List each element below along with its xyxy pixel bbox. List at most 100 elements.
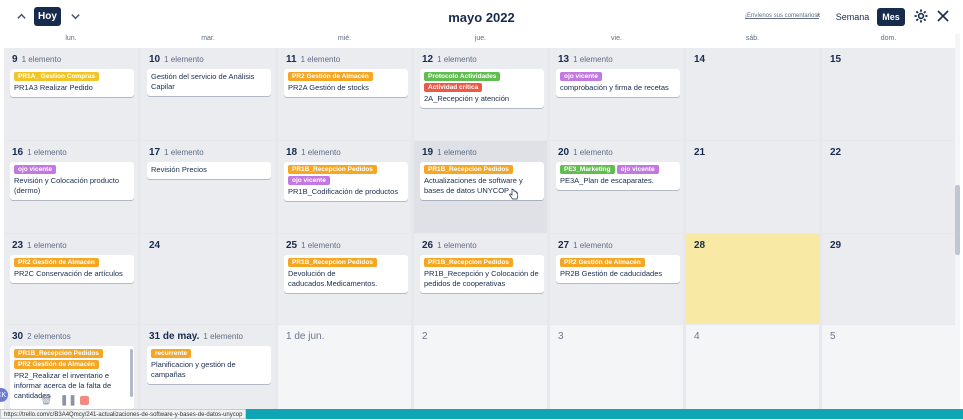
day-cell[interactable]: 1 de jun. — [278, 325, 411, 414]
stop-record-icon[interactable] — [80, 396, 89, 405]
trash-icon[interactable]: 🗑 — [40, 395, 53, 406]
day-cell[interactable]: 11 1 elemento PR2 Gestión de Almacén PR2A G… — [278, 48, 411, 140]
day-cell[interactable]: 18 1 elemento PR1B_Recepcion Pedidos ojo vi… — [278, 141, 411, 233]
card-label[interactable]: PR2 Gestión de Almacén — [14, 258, 99, 267]
today-button[interactable]: Hoy — [34, 7, 61, 26]
card-label[interactable]: ojo vicente — [288, 176, 330, 185]
day-cell[interactable]: 27 1 elemento PR2 Gestión de Almacén PR2B G… — [550, 234, 683, 324]
card-label[interactable]: recurrente — [151, 349, 192, 358]
day-cell[interactable]: 20 1 elemento PE3_Marketing ojo vicente PE3A… — [550, 141, 683, 233]
day-cell[interactable]: 16 1 elemento ojo vicente Revisión y Coloca… — [4, 141, 138, 233]
card-label[interactable]: PR1A_ Gestion Compras — [14, 72, 99, 81]
card-label[interactable]: ojo vicente — [14, 165, 56, 174]
card-label[interactable]: PR1B_Recepcion Pedidos — [288, 258, 377, 267]
next-month-button[interactable] — [66, 7, 84, 25]
calendar-card[interactable]: PR2 Gestión de Almacén PR2C Conservación … — [10, 255, 134, 283]
week-view-button[interactable]: Semana — [834, 8, 871, 26]
feedback-link[interactable]: ¡Envíenos sus comentarios! — [745, 13, 819, 19]
item-count: 1 elemento — [27, 241, 67, 250]
day-number: 29 — [830, 240, 842, 251]
day-cell[interactable]: 28 — [686, 234, 819, 324]
day-header: 16 1 elemento — [12, 147, 67, 158]
card-labels: PR1B_Recepcion Pedidos PR2 Gestión de Alm… — [14, 349, 130, 369]
item-count: 1 elemento — [21, 55, 62, 64]
feedback-close-icon[interactable]: × — [816, 11, 821, 20]
chevron-up-icon — [16, 13, 26, 19]
day-cell[interactable]: 13 1 elemento ojo vicente comprobación y fi… — [550, 48, 683, 140]
card-label[interactable]: PR2 Gestión de Almacén — [288, 72, 373, 81]
card-label[interactable]: Actividad crítica — [424, 83, 483, 92]
card-title: PE3A_Plan de escaparates. — [560, 176, 654, 185]
card-labels: recurrente — [151, 349, 267, 358]
cell-scrollbar[interactable] — [130, 349, 133, 397]
item-count: 1 elemento — [300, 55, 341, 64]
day-header: 10 1 elemento — [149, 54, 204, 65]
day-cell[interactable]: 21 — [686, 141, 819, 233]
card-title: Revisión y Colocación producto (dermo) — [14, 176, 120, 195]
month-view-button[interactable]: Mes — [877, 8, 905, 26]
day-cell[interactable]: 26 1 elemento PR1B_Recepcion Pedidos PR1B_R… — [414, 234, 547, 324]
item-count: 1 elemento — [301, 241, 341, 250]
card-title: PR2C Conservación de artículos — [14, 269, 123, 278]
day-cell[interactable]: 29 — [822, 234, 955, 324]
day-cell[interactable]: 19 1 elemento PR1B_Recepcion Pedidos Actual… — [414, 141, 547, 233]
card-label[interactable]: PR1B_Recepcion Pedidos — [14, 349, 103, 358]
day-cell[interactable]: 4 — [686, 325, 819, 414]
card-label[interactable]: PR1B_Recepcion Pedidos — [424, 258, 513, 267]
day-cell[interactable]: 10 1 elemento Gestión del servicio de Anál… — [141, 48, 275, 140]
window-scrollbar-thumb[interactable] — [955, 185, 960, 255]
calendar-card[interactable]: PR1B_Recepcion Pedidos Devolución de cadu… — [284, 255, 408, 293]
calendar-card[interactable]: ojo vicente Revisión y Colocación product… — [10, 162, 134, 200]
day-cell[interactable]: 24 — [141, 234, 275, 324]
card-label[interactable]: PE3_Marketing — [560, 165, 615, 174]
calendar-card[interactable]: PR2 Gestión de Almacén PR2A Gestión de st… — [284, 69, 408, 97]
pause-icon[interactable]: ❚❚ — [60, 395, 77, 406]
calendar-card[interactable]: ojo vicente comprobación y firma de recet… — [556, 69, 680, 97]
card-label[interactable]: PR1B_Recepcion Pedidos — [288, 165, 377, 174]
day-header: 19 1 elemento — [422, 147, 477, 158]
calendar-card[interactable]: PR1A_ Gestion Compras PR1A3 Realizar Pedi… — [10, 69, 134, 97]
calendar-card[interactable]: PR1B_Recepcion Pedidos PR1B_Recepción y C… — [420, 255, 544, 293]
card-label[interactable]: ojo vicente — [560, 72, 602, 81]
calendar-toolbar: Hoy mayo 2022 ¡Envíenos sus comentarios!… — [0, 0, 963, 33]
day-cell[interactable]: 91 elemento PR1A_ Gestion Compras PR1A3 Re… — [4, 48, 138, 140]
close-icon[interactable] — [935, 8, 951, 24]
calendar-card[interactable]: Revisión Precios — [147, 162, 271, 179]
card-label[interactable]: PR1B_Recepcion Pedidos — [424, 165, 513, 174]
day-cell[interactable]: 31 de may. 1 elemento recurrente Planificac… — [141, 325, 275, 414]
calendar-card[interactable]: recurrente Planificacion y gestión de cam… — [147, 346, 271, 384]
card-title: PR1B_Recepción y Colocación de pedidos d… — [424, 269, 539, 288]
day-cell[interactable]: 14 — [686, 48, 819, 140]
day-cell[interactable]: 17 1 elemento Revisión Precios — [141, 141, 275, 233]
card-label[interactable]: PR2 Gestión de Almacén — [14, 360, 99, 369]
day-header: 22 — [830, 147, 841, 158]
item-count: 1 elemento — [203, 332, 243, 341]
day-cell[interactable]: 5 — [822, 325, 955, 414]
previous-month-button[interactable] — [12, 7, 30, 25]
card-label[interactable]: Protocolo Actividades — [424, 72, 501, 81]
day-cell[interactable]: 22 — [822, 141, 955, 233]
calendar-card[interactable]: PR2 Gestión de Almacén PR2B Gestión de ca… — [556, 255, 680, 283]
calendar-card[interactable]: Protocolo Actividades Actividad crítica 2A… — [420, 69, 544, 108]
calendar-card[interactable]: PR1B_Recepcion Pedidos Actualizaciones de… — [420, 162, 544, 200]
calendar-card[interactable]: Gestión del servicio de Análisis Capilar — [147, 69, 271, 96]
day-cell[interactable]: 15 — [822, 48, 955, 140]
calendar-card[interactable]: PE3_Marketing ojo vicente PE3A_Plan de esc… — [556, 162, 680, 190]
day-cell[interactable]: 2 — [414, 325, 547, 414]
day-number: 5 — [830, 331, 836, 342]
gear-icon[interactable] — [913, 8, 929, 24]
card-label[interactable]: PR2 Gestión de Almacén — [560, 258, 645, 267]
day-number: 11 — [286, 54, 297, 65]
calendar-card[interactable]: PR1B_Recepcion Pedidos ojo vicente PR1B_Co… — [284, 162, 408, 201]
card-label[interactable]: ojo vicente — [616, 165, 659, 174]
day-cell[interactable]: 25 1 elemento PR1B_Recepcion Pedidos Devolu… — [278, 234, 411, 324]
day-cell[interactable]: 12 1 elemento Protocolo Actividades Activid… — [414, 48, 547, 140]
day-number: 2 — [422, 331, 428, 342]
day-header: 18 1 elemento — [286, 147, 341, 158]
day-header: 17 1 elemento — [149, 147, 204, 158]
item-count: 2 elementos — [27, 332, 71, 341]
day-header: 28 — [694, 240, 705, 251]
day-number: 13 — [558, 54, 570, 65]
day-cell[interactable]: 3 — [550, 325, 683, 414]
day-cell[interactable]: 23 1 elemento PR2 Gestión de Almacén PR2C C… — [4, 234, 138, 324]
